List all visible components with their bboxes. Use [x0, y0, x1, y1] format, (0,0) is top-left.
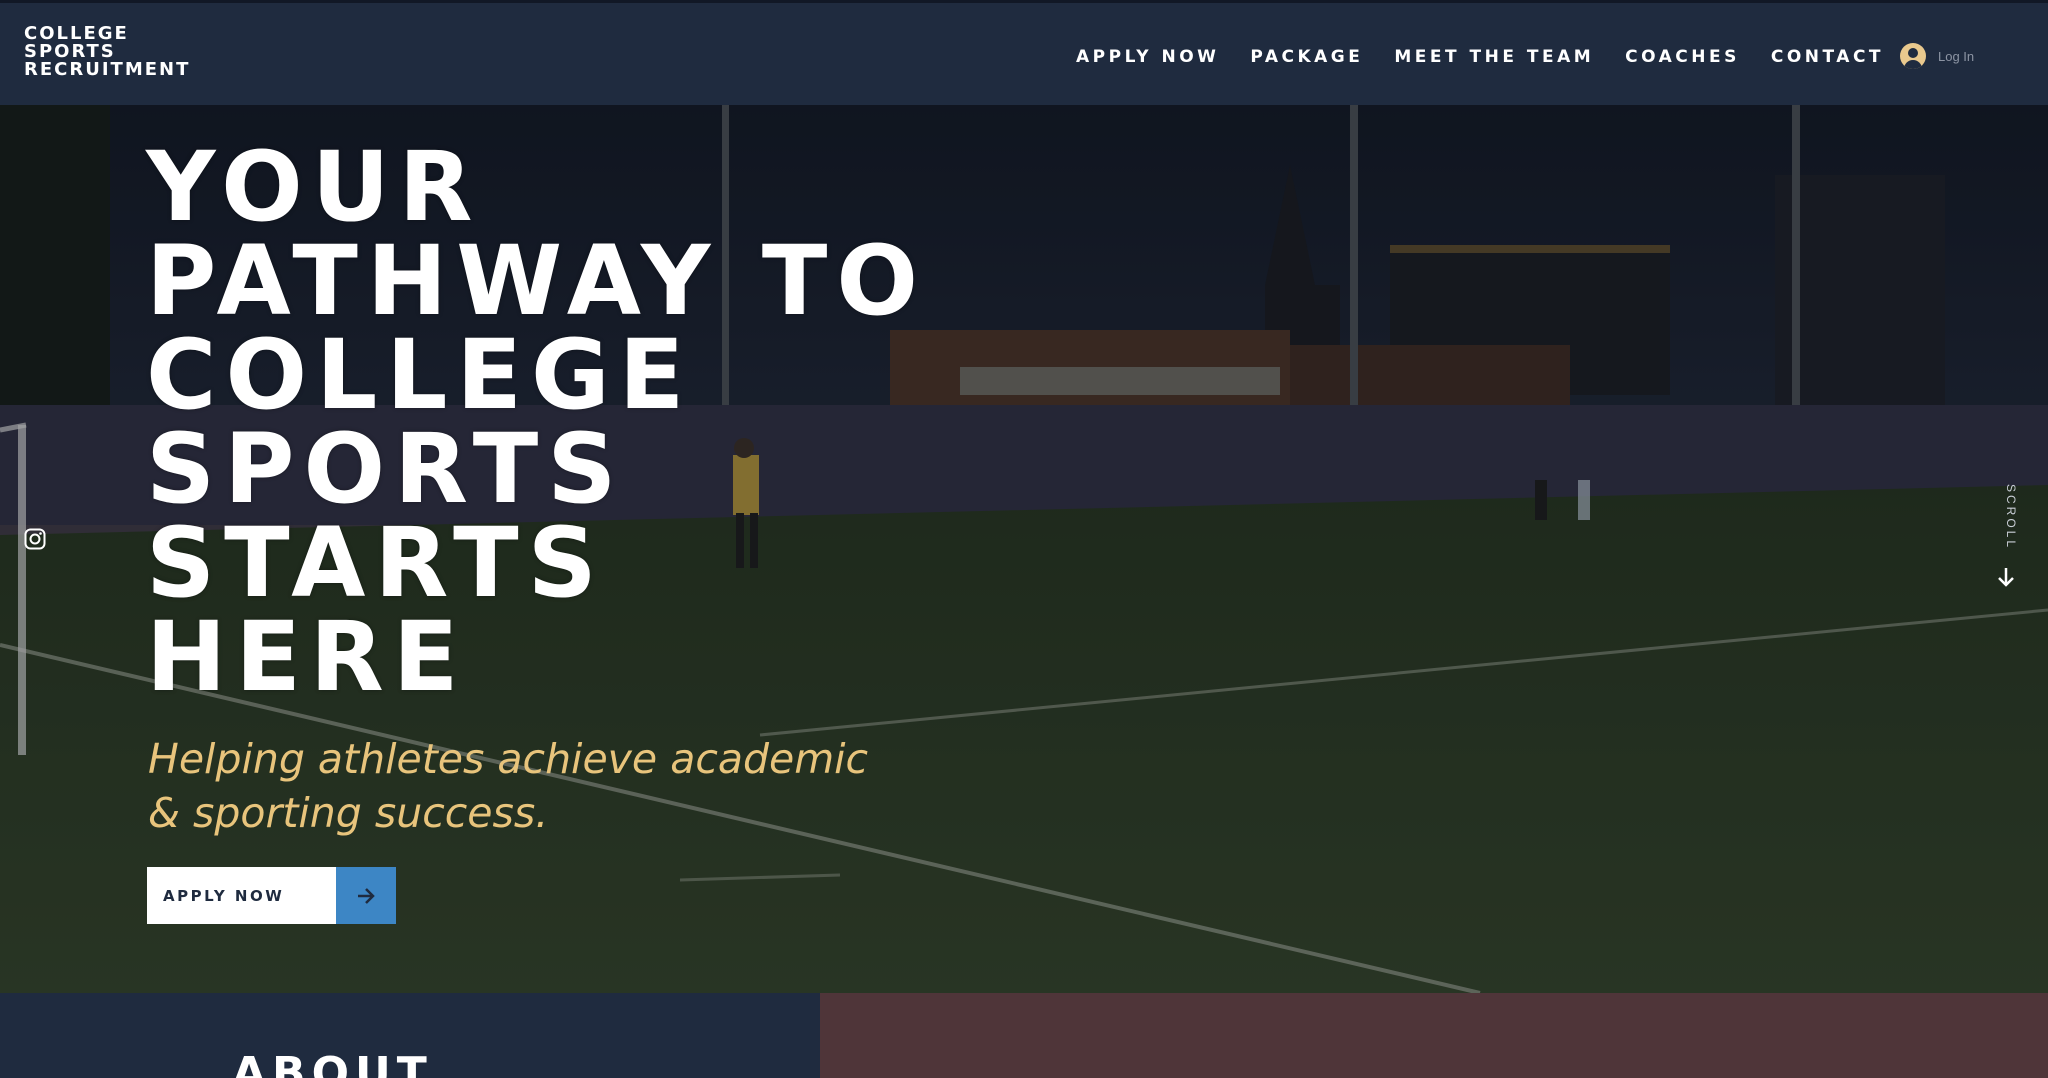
nav-coaches[interactable]: COACHES	[1625, 47, 1740, 67]
about-image-panel	[820, 993, 2048, 1078]
user-avatar-icon	[1900, 43, 1926, 69]
login-button[interactable]: Log In	[1900, 43, 1974, 69]
nav-package[interactable]: PACKAGE	[1250, 47, 1363, 67]
headline-line: SPORTS	[146, 413, 626, 525]
headline-line: HERE	[146, 601, 468, 713]
site-logo[interactable]: COLLEGE SPORTS RECRUITMENT	[24, 25, 190, 79]
hero-tagline: Helping athletes achieve academic & spor…	[148, 735, 869, 837]
logo-line: RECRUITMENT	[24, 59, 191, 80]
login-label: Log In	[1938, 48, 1975, 64]
headline-line: YOUR	[146, 131, 482, 243]
headline-line: PATHWAY TO	[146, 225, 927, 337]
nav-meet-the-team[interactable]: MEET THE TEAM	[1394, 47, 1594, 67]
about-title: ABOUT	[232, 1048, 433, 1078]
site-header: COLLEGE SPORTS RECRUITMENT APPLY NOW PAC…	[0, 0, 2048, 105]
nav-contact[interactable]: CONTACT	[1771, 47, 1884, 67]
main-nav: APPLY NOW PACKAGE MEET THE TEAM COACHES …	[1076, 47, 1884, 67]
headline-line: COLLEGE	[146, 319, 694, 431]
about-section: ABOUT	[0, 993, 820, 1078]
instagram-icon[interactable]	[24, 528, 46, 550]
arrow-right-icon	[336, 867, 396, 924]
scroll-label: SCROLL	[2004, 484, 2018, 551]
arrow-down-icon	[1997, 566, 2015, 592]
hero-headline: YOUR PATHWAY TO COLLEGE SPORTS STARTS HE…	[146, 131, 927, 713]
nav-apply-now[interactable]: APPLY NOW	[1076, 47, 1219, 67]
scroll-indicator[interactable]: SCROLL	[1990, 484, 2030, 594]
page: COLLEGE SPORTS RECRUITMENT APPLY NOW PAC…	[0, 0, 2048, 1078]
apply-now-button[interactable]: APPLY NOW	[147, 867, 396, 924]
apply-now-label: APPLY NOW	[147, 867, 336, 924]
headline-line: STARTS	[146, 507, 606, 619]
